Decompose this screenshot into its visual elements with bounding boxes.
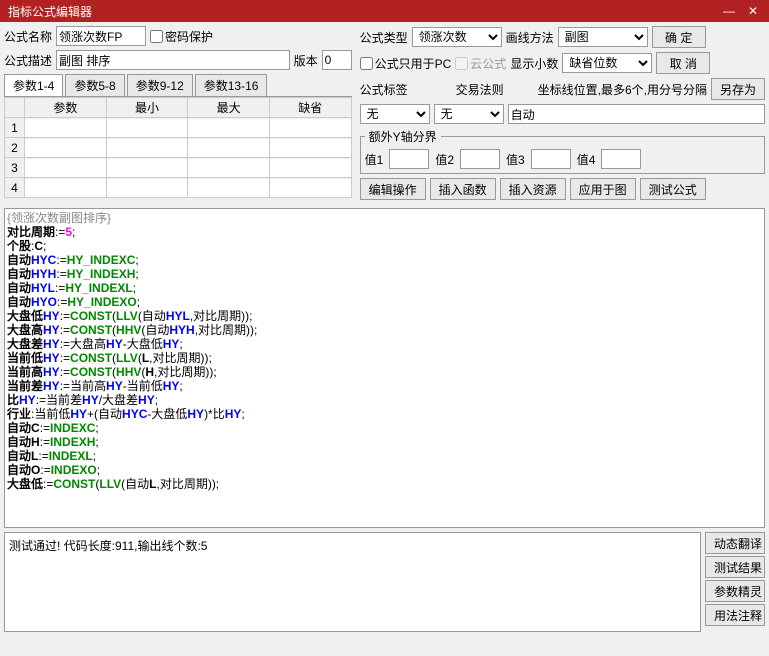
draw-method-select[interactable]: 副图 bbox=[558, 27, 648, 47]
param-row: 1 bbox=[5, 118, 352, 138]
formula-name-label: 公式名称 bbox=[4, 28, 52, 45]
close-button[interactable]: ✕ bbox=[741, 4, 765, 18]
param-max-input[interactable] bbox=[188, 119, 269, 137]
param-default-input[interactable] bbox=[270, 159, 351, 177]
tab-params-5-8[interactable]: 参数5-8 bbox=[65, 74, 124, 96]
param-min-input[interactable] bbox=[107, 119, 188, 137]
param-tabs: 参数1-4 参数5-8 参数9-12 参数13-16 bbox=[4, 74, 352, 97]
param-header-min: 最小 bbox=[106, 98, 188, 118]
param-name-input[interactable] bbox=[25, 139, 106, 157]
edit-operation-button[interactable]: 编辑操作 bbox=[360, 178, 426, 200]
show-decimal-label: 显示小数 bbox=[510, 55, 558, 72]
param-max-input[interactable] bbox=[188, 179, 269, 197]
param-default-input[interactable] bbox=[270, 139, 351, 157]
yaxis-val2-input[interactable] bbox=[460, 149, 500, 169]
yaxis-val1-input[interactable] bbox=[389, 149, 429, 169]
minimize-button[interactable]: — bbox=[717, 4, 741, 18]
param-header-name: 参数 bbox=[25, 98, 107, 118]
extra-yaxis-legend: 额外Y轴分界 bbox=[365, 128, 441, 145]
yaxis-val4-input[interactable] bbox=[601, 149, 641, 169]
status-output: 测试通过! 代码长度:911,输出线个数:5 bbox=[4, 532, 701, 632]
param-row: 3 bbox=[5, 158, 352, 178]
formula-tag-select[interactable]: 无 bbox=[360, 104, 430, 124]
insert-resource-button[interactable]: 插入资源 bbox=[500, 178, 566, 200]
ok-button[interactable]: 确 定 bbox=[652, 26, 706, 48]
test-result-button[interactable]: 测试结果 bbox=[705, 556, 765, 578]
param-default-input[interactable] bbox=[270, 119, 351, 137]
coord-lines-label: 坐标线位置,最多6个,用分号分隔 bbox=[538, 81, 707, 98]
param-header-max: 最大 bbox=[188, 98, 270, 118]
password-protect-checkbox[interactable]: 密码保护 bbox=[150, 28, 213, 45]
yaxis-val3-input[interactable] bbox=[531, 149, 571, 169]
param-default-input[interactable] bbox=[270, 179, 351, 197]
param-name-input[interactable] bbox=[25, 179, 106, 197]
formula-type-label: 公式类型 bbox=[360, 29, 408, 46]
param-max-input[interactable] bbox=[188, 139, 269, 157]
tab-params-13-16[interactable]: 参数13-16 bbox=[195, 74, 268, 96]
apply-to-chart-button[interactable]: 应用于图 bbox=[570, 178, 636, 200]
cancel-button[interactable]: 取 消 bbox=[656, 52, 710, 74]
formula-type-select[interactable]: 领涨次数 bbox=[412, 27, 502, 47]
save-as-button[interactable]: 另存为 bbox=[711, 78, 765, 100]
param-min-input[interactable] bbox=[107, 159, 188, 177]
trade-rule-label: 交易法则 bbox=[456, 81, 504, 98]
show-decimal-select[interactable]: 缺省位数 bbox=[562, 53, 652, 73]
version-label: 版本 bbox=[294, 52, 318, 69]
dynamic-translate-button[interactable]: 动态翻译 bbox=[705, 532, 765, 554]
tab-params-1-4[interactable]: 参数1-4 bbox=[4, 74, 63, 96]
insert-function-button[interactable]: 插入函数 bbox=[430, 178, 496, 200]
params-table: 参数 最小 最大 缺省 1234 bbox=[4, 97, 352, 198]
tab-params-9-12[interactable]: 参数9-12 bbox=[127, 74, 193, 96]
titlebar: 指标公式编辑器 — ✕ bbox=[0, 0, 769, 22]
pc-only-checkbox[interactable]: 公式只用于PC bbox=[360, 55, 452, 72]
param-header-default: 缺省 bbox=[269, 98, 351, 118]
usage-notes-button[interactable]: 用法注释 bbox=[705, 604, 765, 626]
test-formula-button[interactable]: 测试公式 bbox=[640, 178, 706, 200]
param-row: 2 bbox=[5, 138, 352, 158]
param-name-input[interactable] bbox=[25, 119, 106, 137]
formula-tag-label: 公式标签 bbox=[360, 81, 408, 98]
formula-desc-input[interactable] bbox=[56, 50, 290, 70]
param-row: 4 bbox=[5, 178, 352, 198]
coord-lines-input[interactable] bbox=[508, 104, 765, 124]
extra-yaxis-fieldset: 额外Y轴分界 值1 值2 值3 值4 bbox=[360, 128, 765, 174]
code-editor[interactable]: {领涨次数副图排序}对比周期:=5;个股:C;自动HYC:=HY_INDEXC;… bbox=[4, 208, 765, 528]
cloud-formula-checkbox: 云公式 bbox=[455, 55, 506, 72]
version-input[interactable] bbox=[322, 50, 352, 70]
param-min-input[interactable] bbox=[107, 139, 188, 157]
param-name-input[interactable] bbox=[25, 159, 106, 177]
trade-rule-select[interactable]: 无 bbox=[434, 104, 504, 124]
param-min-input[interactable] bbox=[107, 179, 188, 197]
formula-desc-label: 公式描述 bbox=[4, 52, 52, 69]
draw-method-label: 画线方法 bbox=[506, 29, 554, 46]
formula-name-input[interactable] bbox=[56, 26, 146, 46]
param-wizard-button[interactable]: 参数精灵 bbox=[705, 580, 765, 602]
param-max-input[interactable] bbox=[188, 159, 269, 177]
window-title: 指标公式编辑器 bbox=[4, 3, 717, 20]
